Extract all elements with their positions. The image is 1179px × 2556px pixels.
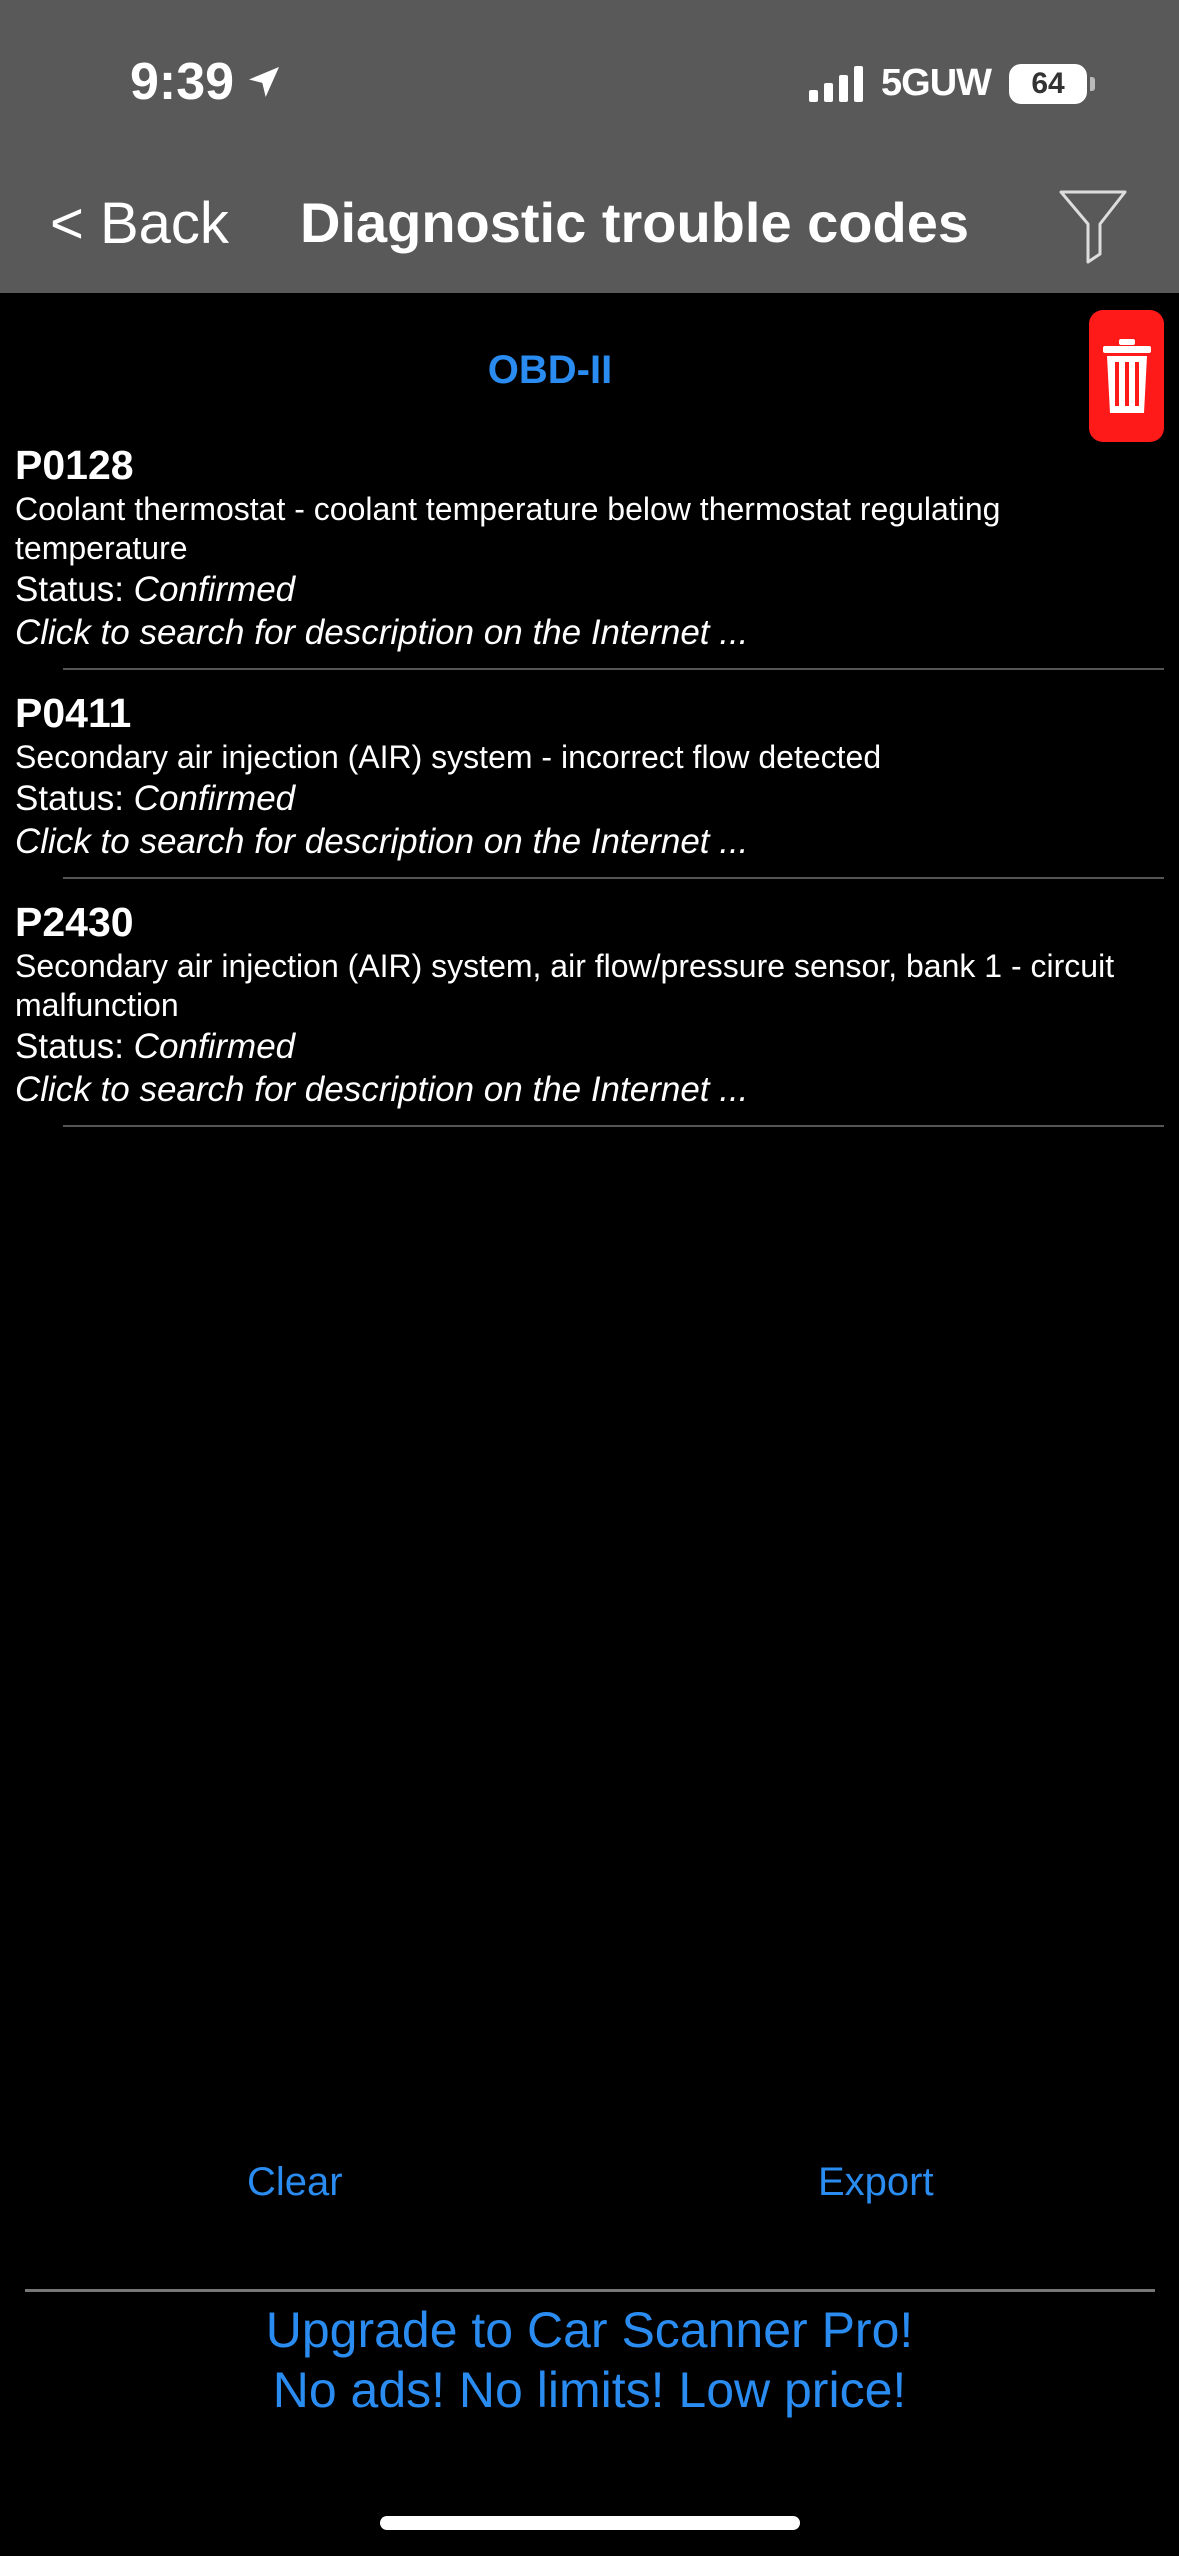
location-arrow-icon: [249, 67, 280, 97]
back-button[interactable]: < Back: [50, 190, 229, 257]
dtc-status-label: Status:: [15, 1027, 134, 1066]
dtc-code: P0411: [15, 690, 132, 736]
dtc-item[interactable]: P0411 Secondary air injection (AIR) syst…: [0, 688, 1179, 863]
dtc-search-link[interactable]: Click to search for description on the I…: [15, 1068, 1164, 1111]
dtc-list: P0128 Coolant thermostat - coolant tempe…: [0, 440, 1179, 1145]
clear-button[interactable]: Clear: [247, 2160, 343, 2205]
dtc-item[interactable]: P2430 Secondary air injection (AIR) syst…: [0, 897, 1179, 1111]
trash-icon: [1102, 339, 1151, 413]
dtc-status: Status: Confirmed: [15, 777, 1164, 820]
divider: [63, 668, 1164, 670]
divider: [63, 877, 1164, 879]
page-title: Diagnostic trouble codes: [300, 191, 969, 254]
status-bar-time: 9:39: [130, 52, 284, 112]
divider: [63, 1125, 1164, 1127]
battery-icon: 64: [1009, 63, 1095, 104]
dtc-code: P0128: [15, 442, 134, 488]
dtc-item[interactable]: P0128 Coolant thermostat - coolant tempe…: [0, 440, 1179, 654]
filter-button[interactable]: [1058, 188, 1128, 264]
dtc-search-link[interactable]: Click to search for description on the I…: [15, 611, 1164, 654]
upgrade-line-2: No ads! No limits! Low price!: [272, 2362, 907, 2418]
section-title: OBD-II: [487, 348, 613, 392]
battery-level: 64: [1031, 66, 1065, 100]
dtc-description: Secondary air injection (AIR) system - i…: [15, 739, 882, 775]
dtc-description: Secondary air injection (AIR) system, ai…: [15, 948, 1115, 1023]
upgrade-banner[interactable]: Upgrade to Car Scanner Pro! No ads! No l…: [0, 2300, 1179, 2420]
bottom-actions: Clear Export: [0, 2160, 1179, 2220]
dtc-code: P2430: [15, 899, 134, 945]
dtc-status-label: Status:: [15, 779, 134, 818]
clock-time: 9:39: [130, 53, 235, 111]
dtc-search-link[interactable]: Click to search for description on the I…: [15, 820, 1164, 863]
home-indicator[interactable]: [380, 2516, 800, 2530]
export-button[interactable]: Export: [818, 2160, 934, 2205]
network-type: 5GUW: [881, 62, 992, 104]
dtc-status-value: Confirmed: [133, 1027, 296, 1066]
cellular-signal-icon: [809, 65, 863, 102]
upgrade-line-1: Upgrade to Car Scanner Pro!: [265, 2302, 914, 2358]
dtc-status-value: Confirmed: [133, 779, 296, 818]
dtc-status: Status: Confirmed: [15, 568, 1164, 611]
header: 9:39 5GUW 64 < Back Diagnostic trouble c…: [0, 0, 1179, 293]
dtc-description: Coolant thermostat - coolant temperature…: [15, 491, 1001, 566]
dtc-status-value: Confirmed: [133, 570, 296, 609]
dtc-status-label: Status:: [15, 570, 134, 609]
ad-divider: [25, 2289, 1155, 2292]
filter-icon: [1059, 190, 1127, 264]
delete-button[interactable]: [1089, 310, 1164, 442]
status-bar-right: 5GUW 64: [809, 62, 1095, 105]
dtc-status: Status: Confirmed: [15, 1025, 1164, 1068]
